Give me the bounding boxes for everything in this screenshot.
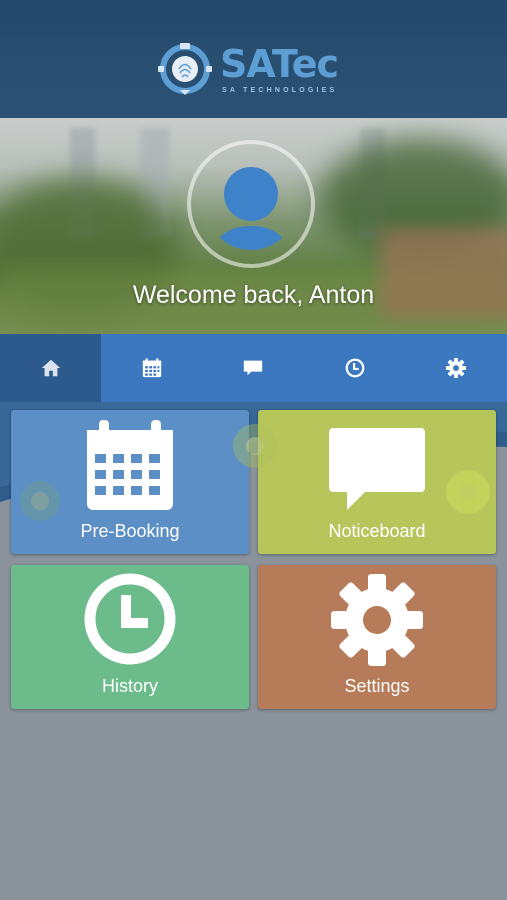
tab-pre-booking[interactable] (101, 334, 202, 402)
tab-bar (0, 334, 507, 402)
calendar-icon (142, 358, 162, 378)
touch-ripple-left (20, 481, 60, 521)
settings-tile[interactable]: Settings (258, 565, 496, 709)
clock-icon (84, 573, 176, 665)
calendar-icon (87, 420, 173, 510)
tab-history[interactable] (304, 334, 405, 402)
clock-icon (345, 358, 365, 378)
home-icon (41, 359, 60, 377)
touch-ripple-right (446, 470, 490, 514)
satec-logo-icon (158, 43, 212, 95)
chat-bubble-icon (244, 360, 263, 376)
avatar-ring[interactable] (187, 140, 315, 268)
tab-noticeboard[interactable] (203, 334, 304, 402)
history-label: History (101, 676, 158, 696)
history-tile[interactable]: History (11, 565, 249, 709)
gear-icon (446, 357, 467, 379)
touch-ripple-center (233, 424, 277, 468)
tab-settings[interactable] (406, 334, 507, 402)
welcome-message: Welcome back, Anton (132, 281, 375, 309)
pre-booking-label: Pre-Booking (80, 521, 180, 541)
user-avatar-icon (205, 158, 297, 250)
chat-bubble-icon (329, 428, 425, 510)
app-header: SATec SA TECHNOLOGIES (0, 0, 507, 118)
brand-tagline: SA TECHNOLOGIES (222, 87, 338, 94)
gear-icon (331, 574, 423, 666)
hero-banner: Welcome back, Anton (0, 118, 507, 334)
noticeboard-label: Noticeboard (328, 521, 426, 541)
settings-label: Settings (344, 676, 410, 696)
brand-name: SATec (220, 42, 339, 86)
tab-home[interactable] (0, 334, 102, 402)
